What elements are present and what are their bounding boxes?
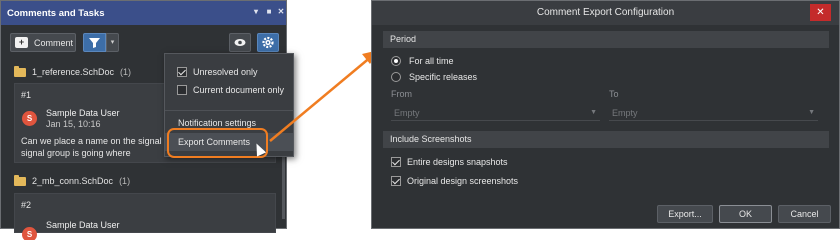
radio-selected[interactable]	[391, 56, 401, 66]
checkbox-checked[interactable]	[391, 157, 401, 167]
gear-icon	[262, 36, 274, 49]
menu-divider	[165, 110, 293, 111]
close-icon[interactable]: ✕	[810, 4, 831, 21]
filter-dropdown-button[interactable]: ▾	[106, 33, 119, 52]
from-select[interactable]: Empty ▼	[391, 105, 600, 121]
menu-label: Unresolved only	[193, 67, 258, 77]
filter-button[interactable]	[83, 33, 106, 52]
checkbox-unchecked[interactable]	[177, 85, 187, 95]
chevron-down-icon: ▼	[590, 109, 597, 116]
to-label: To	[609, 89, 619, 99]
document-group-1[interactable]: 1_reference.SchDoc (1)	[14, 65, 131, 79]
export-button[interactable]: Export...	[657, 205, 713, 223]
avatar: S	[22, 111, 37, 126]
plus-icon: +	[15, 37, 28, 48]
document-group-2[interactable]: 2_mb_conn.SchDoc (1)	[14, 174, 130, 188]
panel-close-icon[interactable]: ✕	[275, 6, 287, 18]
radio-label: For all time	[409, 56, 454, 66]
panel-title-bar: Comments and Tasks ▾ ■ ✕	[1, 1, 286, 25]
panel-menu-icon[interactable]: ▾	[250, 6, 262, 18]
add-comment-button[interactable]: + Comment	[10, 33, 76, 52]
dialog-title: Comment Export Configuration	[372, 1, 839, 25]
radio-label: Specific releases	[409, 72, 478, 82]
checkbox-checked[interactable]	[391, 176, 401, 186]
from-value: Empty	[394, 108, 420, 118]
from-label: From	[391, 89, 412, 99]
comment-text-line-1: Can we place a name on the signal har	[21, 136, 178, 146]
period-section-header: Period	[383, 31, 829, 48]
menu-unresolved-only[interactable]: Unresolved only	[165, 63, 293, 81]
original-screenshots-checkbox-row[interactable]: Original design screenshots	[391, 176, 518, 186]
comment-export-dialog: Comment Export Configuration ✕ Period Fo…	[371, 0, 840, 229]
comment-number: #1	[21, 90, 32, 100]
comment-text-line-2: signal group is going where	[21, 148, 131, 158]
avatar: S	[22, 227, 37, 240]
checkbox-label: Entire designs snapshots	[407, 157, 508, 167]
document-count: (1)	[119, 176, 131, 186]
chevron-down-icon: ▼	[808, 109, 815, 116]
screenshots-section-header: Include Screenshots	[383, 131, 829, 148]
document-name: 1_reference.SchDoc	[32, 67, 115, 77]
radio-unselected[interactable]	[391, 72, 401, 82]
menu-current-document-only[interactable]: Current document only	[165, 81, 293, 99]
comment-number: #2	[21, 200, 32, 210]
to-value: Empty	[612, 108, 638, 118]
export-highlight-callout	[167, 128, 268, 158]
folder-icon	[14, 65, 26, 77]
cancel-button[interactable]: Cancel	[778, 205, 831, 223]
menu-label: Current document only	[193, 85, 285, 95]
menu-label: Notification settings	[178, 118, 257, 128]
add-comment-label: Comment	[34, 37, 74, 48]
visibility-button[interactable]	[229, 33, 251, 52]
settings-button[interactable]	[257, 33, 279, 52]
filter-icon	[89, 38, 100, 48]
panel-pin-icon[interactable]: ■	[263, 6, 275, 18]
to-select[interactable]: Empty ▼	[609, 105, 818, 121]
comment-card[interactable]: #2 S Sample Data User	[14, 193, 276, 240]
panel-title: Comments and Tasks	[7, 7, 105, 19]
comment-date: Jan 15, 10:16	[46, 119, 101, 129]
comment-author: Sample Data User	[46, 108, 120, 118]
radio-for-all-time[interactable]: For all time	[391, 56, 454, 66]
comment-author: Sample Data User	[46, 220, 120, 230]
checkbox-label: Original design screenshots	[407, 176, 519, 186]
eye-icon	[234, 39, 246, 46]
document-count: (1)	[120, 67, 132, 77]
ok-button[interactable]: OK	[719, 205, 772, 223]
checkbox-checked[interactable]	[177, 67, 187, 77]
document-name: 2_mb_conn.SchDoc	[32, 176, 114, 186]
entire-designs-checkbox-row[interactable]: Entire designs snapshots	[391, 157, 508, 167]
radio-specific-releases[interactable]: Specific releases	[391, 72, 477, 82]
folder-icon	[14, 174, 26, 186]
